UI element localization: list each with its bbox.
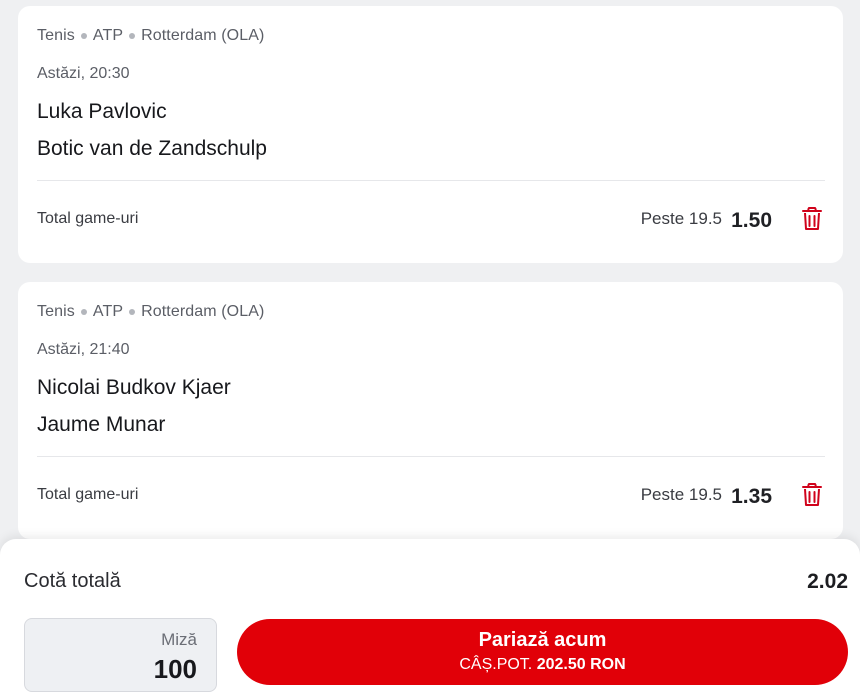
sport-label: Tenis [37,303,75,320]
divider [37,456,825,457]
place-bet-label: Pariază acum [478,629,607,651]
stake-label: Miză [161,630,197,649]
sport-label: Tenis [37,27,75,44]
home-player: Nicolai Budkov Kjaer [37,376,231,399]
home-player: Luka Pavlovic [37,100,167,123]
event-time: Astăzi, 21:40 [37,341,130,358]
stake-value[interactable]: 100 [154,654,197,685]
tournament-label: Rotterdam (OLA) [141,27,265,44]
market-name: Total game-uri [37,486,139,503]
market-name: Total game-uri [37,210,139,227]
separator-dot [80,309,87,315]
separator-dot [129,33,136,39]
potential-win: CÂȘ.POT. 202.50 RON [237,656,848,674]
place-bet-button[interactable]: Pariază acum CÂȘ.POT. 202.50 RON [237,619,848,685]
selection-label: Peste 19.5 [640,209,722,228]
tour-label: ATP [92,303,124,320]
event-meta: Tenis ATP Rotterdam (OLA) [37,27,264,45]
trash-icon[interactable] [801,207,823,231]
separator-dot [129,309,136,315]
tournament-label: Rotterdam (OLA) [141,303,265,320]
event-time: Astăzi, 20:30 [37,65,130,82]
stake-input[interactable]: Miză 100 [24,618,217,692]
away-player: Botic van de Zandschulp [37,137,267,160]
trash-icon[interactable] [801,483,823,507]
tour-label: ATP [92,27,124,44]
selection-odd: 1.35 [731,485,772,508]
away-player: Jaume Munar [37,413,166,436]
potential-win-label: CÂȘ.POT. [459,656,533,673]
selection-odd: 1.50 [731,209,772,232]
total-odds-label: Cotă totală [24,570,121,592]
bet-slip-panel: Cotă totală 2.02 Miză 100 Pariază acum C… [0,539,860,696]
divider [37,180,825,181]
potential-win-amount: 202.50 RON [536,656,626,673]
event-meta: Tenis ATP Rotterdam (OLA) [37,303,264,321]
bet-card: Tenis ATP Rotterdam (OLA) Astăzi, 20:30 … [18,6,843,263]
selection-label: Peste 19.5 [640,485,722,504]
bet-card: Tenis ATP Rotterdam (OLA) Astăzi, 21:40 … [18,282,843,539]
total-odds-value: 2.02 [807,570,848,593]
separator-dot [80,33,87,39]
